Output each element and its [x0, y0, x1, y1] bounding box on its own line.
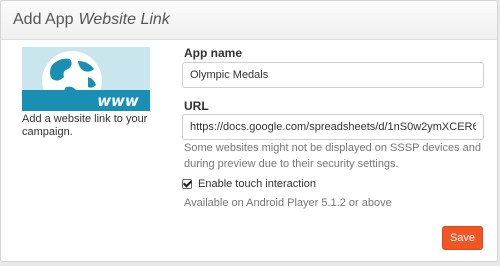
- dialog-header: Add App Website Link: [1, 1, 497, 40]
- dialog-title: Add App: [13, 11, 74, 28]
- url-help-text: Some websites might not be displayed on …: [184, 142, 481, 170]
- save-button[interactable]: Save: [442, 226, 483, 250]
- url-input[interactable]: [182, 114, 484, 140]
- www-label: www: [97, 92, 139, 110]
- app-description: Add a website link to your campaign.: [22, 113, 148, 138]
- url-label: URL: [184, 99, 209, 113]
- add-app-dialog: Add App Website Link www Add a website l…: [0, 0, 498, 262]
- touch-interaction-checkbox[interactable]: [182, 179, 192, 189]
- touch-interaction-row[interactable]: Enable touch interaction: [182, 178, 316, 190]
- touch-help-text: Available on Android Player 5.1.2 or abo…: [184, 197, 392, 209]
- app-name-input[interactable]: [182, 62, 484, 88]
- app-name-label: App name: [184, 46, 243, 60]
- website-link-app-icon: www: [22, 47, 150, 111]
- dialog-title-emphasis: Website Link: [78, 11, 170, 28]
- touch-interaction-label[interactable]: Enable touch interaction: [198, 178, 316, 190]
- globe-www-icon: www: [22, 47, 150, 111]
